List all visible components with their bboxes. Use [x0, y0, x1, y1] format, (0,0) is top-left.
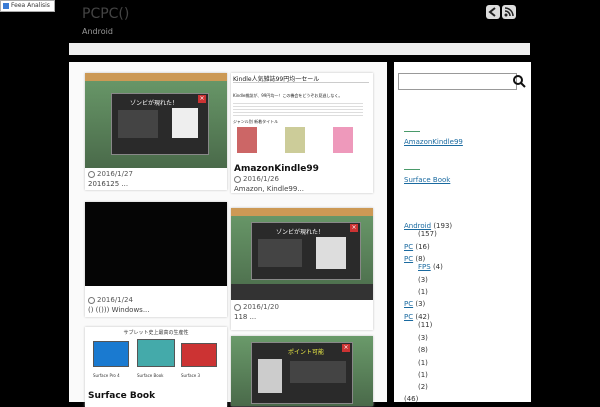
post-date: 2016/1/20	[234, 303, 279, 311]
thumb-body: Kindle雑誌が、99円均一！この機会をどうぞお見逃しなく。	[233, 93, 343, 98]
category-item[interactable]: (46)	[404, 395, 418, 403]
clock-icon	[234, 175, 241, 183]
sidebar-link-kindle[interactable]: AmazonKindle99	[404, 138, 463, 146]
game-dialog: ゾンビが現れた！ ×	[251, 222, 361, 280]
post-excerpt: Amazon, Kindle99...	[234, 185, 304, 193]
category-item[interactable]: PC (42)	[404, 313, 430, 321]
post-card[interactable]: ポイント可能 ×	[231, 336, 373, 406]
divider	[404, 131, 420, 132]
post-date: 2016/1/24	[88, 296, 133, 304]
dialog-title: ゾンビが現れた！	[276, 229, 325, 236]
category-item[interactable]: (157)	[418, 230, 437, 238]
thumb-label: Surface Pro 4	[93, 373, 120, 378]
badge-icon	[3, 3, 9, 9]
clock-icon	[88, 170, 95, 178]
post-date-text: 2016/1/20	[243, 303, 279, 311]
post-thumbnail[interactable]: Kindle人気雑誌99円均一セール Kindle雑誌が、99円均一！この機会を…	[231, 73, 373, 163]
main-content: ゾンビが現れた！ × 2016/1/27 2016125 ... Kindle人…	[69, 62, 387, 407]
post-date-text: 2016/1/26	[243, 175, 279, 183]
category-item[interactable]: FPS (4)	[418, 263, 443, 271]
badge-label: Feea Analisis	[11, 2, 50, 9]
category-item[interactable]: (1)	[418, 371, 428, 379]
post-thumbnail[interactable]: ゾンビが現れた！ ×	[85, 73, 227, 168]
category-item[interactable]: (8)	[418, 346, 428, 354]
post-card[interactable]: 2016/1/24 () (())) Windows...	[85, 202, 227, 317]
game-dialog: ゾンビが現れた！ ×	[111, 93, 209, 155]
category-item[interactable]: PC (3)	[404, 300, 425, 308]
post-excerpt: 2016125 ...	[88, 180, 129, 188]
thumb-label: Surface Book	[137, 373, 164, 378]
post-card[interactable]: サブレット史上最高の生産性 Surface Pro 4 Surface Book…	[85, 327, 227, 407]
category-item[interactable]: PC (16)	[404, 243, 430, 251]
post-excerpt: 118 ...	[234, 313, 257, 321]
category-item[interactable]: PC (8)	[404, 255, 425, 263]
post-thumbnail[interactable]: サブレット史上最高の生産性 Surface Pro 4 Surface Book…	[85, 327, 227, 389]
dialog-title: ポイント可能	[288, 349, 325, 356]
post-date: 2016/1/26	[234, 175, 279, 183]
close-icon: ×	[198, 95, 206, 103]
close-icon: ×	[342, 344, 350, 352]
rss-icon[interactable]	[502, 5, 516, 19]
post-thumbnail[interactable]: ポイント可能 ×	[231, 336, 373, 406]
category-item[interactable]: (1)	[418, 359, 428, 367]
search-input[interactable]	[398, 73, 517, 90]
site-tagline: Android	[82, 27, 113, 36]
category-item[interactable]: (3)	[418, 276, 428, 284]
post-thumbnail[interactable]: ゾンビが現れた！ ×	[231, 208, 373, 300]
game-dialog: ポイント可能 ×	[251, 342, 353, 404]
clock-icon	[88, 296, 95, 304]
thumb-section: ジャンル別 新着タイトル	[233, 119, 279, 124]
category-item[interactable]: (11)	[418, 321, 432, 329]
nav-bar[interactable]	[69, 43, 530, 55]
sidebar: AmazonKindle99 Surface Book Android (193…	[394, 62, 531, 403]
post-excerpt: () (())) Windows...	[88, 306, 150, 314]
divider	[404, 169, 420, 170]
category-item[interactable]: (1)	[418, 288, 428, 296]
post-date-text: 2016/1/24	[97, 296, 133, 304]
sidebar-link-surface[interactable]: Surface Book	[404, 176, 450, 184]
post-card[interactable]: ゾンビが現れた！ × 2016/1/20 118 ...	[231, 208, 373, 330]
post-card[interactable]: Kindle人気雑誌99円均一セール Kindle雑誌が、99円均一！この機会を…	[231, 73, 373, 193]
post-card[interactable]: ゾンビが現れた！ × 2016/1/27 2016125 ...	[85, 73, 227, 190]
category-item[interactable]: Android (193)	[404, 222, 452, 230]
post-title[interactable]: AmazonKindle99	[234, 164, 319, 174]
category-item[interactable]: (2)	[418, 383, 428, 391]
analysis-badge[interactable]: Feea Analisis	[0, 0, 55, 12]
thumb-heading: サブレット史上最高の生産性	[123, 330, 189, 336]
post-date: 2016/1/27	[88, 170, 133, 178]
site-title[interactable]: PCPC()	[82, 6, 129, 22]
close-icon: ×	[350, 224, 358, 232]
back-icon[interactable]	[486, 5, 500, 19]
post-thumbnail[interactable]	[85, 202, 227, 286]
post-date-text: 2016/1/27	[97, 170, 133, 178]
thumb-label: Surface 3	[181, 373, 201, 378]
dialog-title: ゾンビが現れた！	[130, 100, 179, 107]
category-item[interactable]: (3)	[418, 334, 428, 342]
search-icon[interactable]	[512, 73, 526, 88]
clock-icon	[234, 303, 241, 311]
